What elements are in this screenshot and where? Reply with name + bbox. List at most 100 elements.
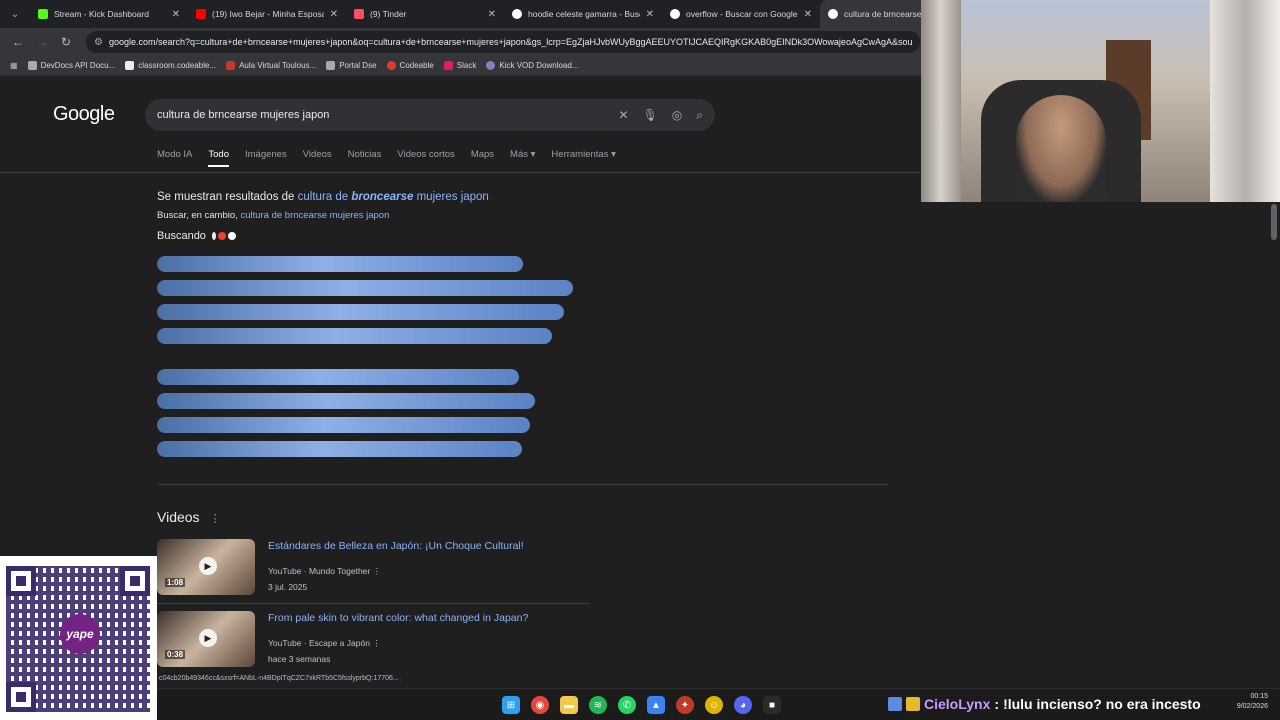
section-divider <box>157 484 888 485</box>
search-tabs: Modo IA Todo Imágenes Videos Noticias Vi… <box>157 149 616 167</box>
whatsapp-icon[interactable]: ✆ <box>618 696 636 714</box>
search-instead: Buscar, en cambio, cultura de brncearse … <box>157 210 389 221</box>
bookmark-portal-dse[interactable]: Portal Dse <box>326 61 377 70</box>
badge-icon <box>906 697 920 711</box>
clock-date: 9/02/2026 <box>1236 703 1268 710</box>
qr-finder <box>120 566 150 596</box>
tab-title: (9) Tinder <box>370 9 407 19</box>
tab-0[interactable]: Stream - Kick Dashboard ✕ <box>30 0 188 28</box>
youtube-icon <box>196 9 206 19</box>
tabs-divider <box>0 172 920 173</box>
tab-modo-ia[interactable]: Modo IA <box>157 149 192 167</box>
clock-time: 00:15 <box>1250 693 1268 700</box>
original-query-link[interactable]: cultura de brncearse mujeres japon <box>240 210 389 221</box>
google-logo[interactable]: Google <box>53 103 115 126</box>
video-duration: 0:38 <box>165 650 186 659</box>
chrome-icon[interactable]: ◉ <box>531 696 549 714</box>
bookmark-aula-virtual[interactable]: Aula Virtual Toulous... <box>226 61 316 70</box>
loading-skeleton-bar <box>157 393 535 409</box>
tab-title: hoodie celeste gamarra - Buscar <box>528 9 640 19</box>
clear-icon[interactable]: ✕ <box>618 108 628 122</box>
tab-mas[interactable]: Más ▾ <box>510 149 535 167</box>
microphone-icon[interactable]: 🎙 <box>643 108 658 122</box>
bookmark-kick-vod[interactable]: Kick VOD Download... <box>486 61 579 70</box>
tab-3[interactable]: hoodie celeste gamarra - Buscar ✕ <box>504 0 662 28</box>
tab-herramientas[interactable]: Herramientas ▾ <box>551 149 615 167</box>
devdocs-icon <box>27 61 37 70</box>
bookmark-codeable[interactable]: Codeable <box>386 61 434 70</box>
slack-icon <box>443 61 453 70</box>
video-source-text: YouTube · Mundo Together <box>268 566 371 576</box>
video-thumbnail[interactable]: ▶ 1:08 <box>157 539 255 595</box>
bookmark-label: classroom.codeable... <box>138 61 217 70</box>
file-explorer-icon[interactable]: ▬ <box>560 696 578 714</box>
site-info-icon[interactable]: ⚙ <box>94 37 103 48</box>
chat-separator: : <box>994 696 1000 712</box>
system-clock[interactable]: 00:15 9/02/2026 <box>1228 692 1268 712</box>
tab-videos[interactable]: Videos <box>303 149 332 167</box>
toulouse-icon <box>226 61 236 70</box>
windows-start-icon[interactable]: ⊞ <box>502 696 520 714</box>
discord-icon[interactable]: ◕ <box>734 696 752 714</box>
tab-2[interactable]: (9) Tinder ✕ <box>346 0 504 28</box>
tab-mas-label: Más <box>510 149 528 160</box>
webcam-streamer <box>1016 95 1106 202</box>
reload-icon[interactable]: ↻ <box>54 35 78 49</box>
tab-maps[interactable]: Maps <box>471 149 494 167</box>
bookmark-label: Codeable <box>399 61 434 70</box>
tab-todo[interactable]: Todo <box>208 149 229 167</box>
more-options-icon[interactable]: ⋮ <box>210 513 221 525</box>
more-options-icon[interactable]: ⋮ <box>373 566 382 576</box>
bookmark-label: Portal Dse <box>339 61 377 70</box>
kick-vod-icon <box>486 61 496 70</box>
close-icon[interactable]: ✕ <box>330 9 338 20</box>
tab-noticias[interactable]: Noticias <box>348 149 382 167</box>
tab-1[interactable]: (19) Iwo Bejar - Minha Esposa e ✕ <box>188 0 346 28</box>
search-box[interactable]: cultura de brncearse mujeres japon ✕ 🎙 ◎… <box>145 99 715 131</box>
close-icon[interactable]: ✕ <box>172 9 180 20</box>
search-icon[interactable]: ⌕ <box>696 108 703 123</box>
forward-arrow-icon[interactable]: → <box>30 35 54 49</box>
play-icon: ▶ <box>199 629 217 647</box>
more-options-icon[interactable]: ⋮ <box>372 638 381 648</box>
loading-skeleton-bar <box>157 369 519 385</box>
tab-title: Stream - Kick Dashboard <box>54 9 149 19</box>
video-date: hace 3 semanas <box>268 654 331 664</box>
close-icon[interactable]: ✕ <box>804 9 812 20</box>
app-icon[interactable]: ✦ <box>676 696 694 714</box>
corrected-b: broncearse <box>351 191 414 203</box>
loading-skeleton-bar <box>157 441 522 457</box>
tab-title: (19) Iwo Bejar - Minha Esposa e <box>212 9 324 19</box>
yape-qr-code: yape <box>0 556 157 720</box>
app-icon[interactable]: ☺ <box>705 696 723 714</box>
tab-imagenes[interactable]: Imágenes <box>245 149 287 167</box>
codeable-red-icon <box>386 61 396 70</box>
badge-icon <box>888 697 902 711</box>
search-query[interactable]: cultura de brncearse mujeres japon <box>157 109 604 121</box>
qr-finder <box>6 682 36 712</box>
app-icon[interactable]: ■ <box>763 696 781 714</box>
back-arrow-icon[interactable]: ← <box>6 35 30 49</box>
photos-icon[interactable]: ▲ <box>647 696 665 714</box>
lens-icon[interactable]: ◎ <box>672 108 682 122</box>
video-title[interactable]: From pale skin to vibrant color: what ch… <box>268 612 528 624</box>
loading-skeleton-bar <box>157 328 552 344</box>
tab-search-chevron-icon[interactable]: ⌄ <box>0 0 30 28</box>
address-bar[interactable]: ⚙ google.com/search?q=cultura+de+brncear… <box>86 31 920 53</box>
bookmark-slack[interactable]: Slack <box>443 61 476 70</box>
tab-videos-cortos[interactable]: Videos cortos <box>397 149 454 167</box>
bookmark-devdocs[interactable]: DevDocs API Docu... <box>27 61 115 70</box>
google-icon <box>512 9 522 19</box>
page-scrollbar[interactable] <box>1271 204 1277 240</box>
apps-grid-icon[interactable]: ▦ <box>10 61 18 70</box>
corrected-query-link[interactable]: cultura de broncearse mujeres japon <box>298 191 489 203</box>
spotify-icon[interactable]: ≋ <box>589 696 607 714</box>
tab-4[interactable]: overflow - Buscar con Google ✕ <box>662 0 820 28</box>
close-icon[interactable]: ✕ <box>646 9 654 20</box>
bookmark-classroom[interactable]: classroom.codeable... <box>125 61 216 70</box>
video-title[interactable]: Estándares de Belleza en Japón: ¡Un Choq… <box>268 540 524 552</box>
webcam-curtain <box>921 0 961 202</box>
close-icon[interactable]: ✕ <box>488 9 496 20</box>
searching-label: Buscando <box>157 230 206 242</box>
video-thumbnail[interactable]: ▶ 0:38 <box>157 611 255 667</box>
